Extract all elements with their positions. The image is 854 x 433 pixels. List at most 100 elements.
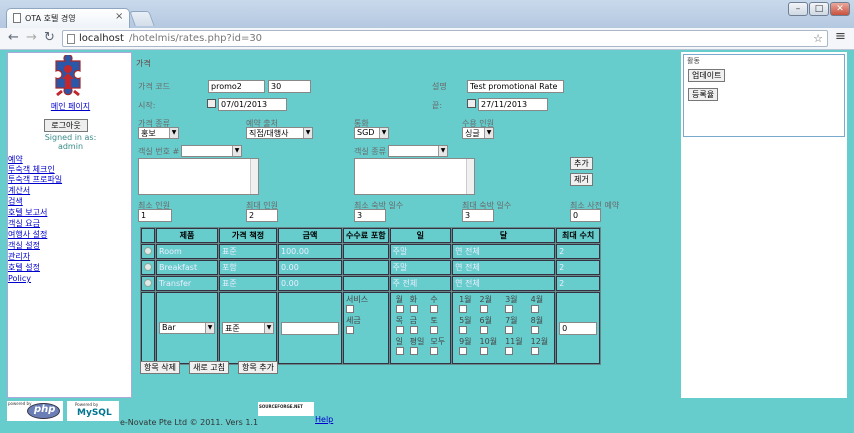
column-header: 최대 수치 <box>556 228 601 243</box>
scrollbar[interactable] <box>250 159 258 194</box>
day-checkbox[interactable] <box>430 305 439 313</box>
room-number-select[interactable]: ▼ <box>181 145 242 157</box>
back-arrow-icon[interactable]: ← <box>8 31 19 45</box>
service-fee-checkbox[interactable] <box>346 305 354 313</box>
occupancy-value: 싱글 <box>465 129 480 138</box>
table-cell <box>343 260 389 275</box>
room-type-list[interactable] <box>354 158 475 195</box>
refresh-button[interactable]: 새로 고침 <box>189 361 229 374</box>
table-cell: 2 <box>556 244 601 259</box>
remove-button[interactable]: 제거 <box>570 173 593 186</box>
month-checkbox[interactable] <box>459 305 468 313</box>
add-button[interactable]: 추가 <box>570 157 593 170</box>
rate-id-input[interactable]: 30 <box>268 80 311 93</box>
calendar-icon[interactable] <box>467 99 476 108</box>
menu-item-guest-profile[interactable]: 투숙객 프로파일 <box>8 174 62 185</box>
day-checkbox[interactable] <box>430 326 439 334</box>
address-bar[interactable]: localhost /hotelmis/rates.php?id=30 ☆ <box>62 30 828 47</box>
table-row[interactable]: Room 표준 100.00 주말 연 전체 2 <box>141 244 601 259</box>
update-button[interactable]: 업데이트 <box>688 69 726 82</box>
month-checkbox[interactable] <box>530 305 539 313</box>
end-date-input[interactable]: 27/11/2013 <box>478 98 548 111</box>
months-cell: 1월 2월 3월 4월 5월 6월 7월 8월 9월 10월 11월 12월 <box>452 292 556 364</box>
menu-item-room-settings[interactable]: 객실 설정 <box>8 240 40 251</box>
month-checkbox[interactable] <box>530 326 539 334</box>
amount-input[interactable] <box>281 321 339 335</box>
max-nights-input[interactable]: 3 <box>462 209 494 222</box>
min-people-input[interactable]: 1 <box>138 209 172 222</box>
browser-tab[interactable]: OTA 호텔 경영 × <box>6 8 130 28</box>
day-checkbox[interactable] <box>409 305 418 313</box>
rate-type-select[interactable]: 홍보 ▼ <box>138 127 179 139</box>
occupancy-select[interactable]: 싱글 ▼ <box>462 127 494 139</box>
day-checkbox[interactable] <box>395 347 404 355</box>
menu-item-bills[interactable]: 계산서 <box>8 185 30 196</box>
month-checkbox[interactable] <box>479 347 488 355</box>
star-icon[interactable]: ☆ <box>813 32 823 45</box>
month-label: 7월 <box>505 316 518 325</box>
table-row[interactable]: Transfer 표준 0.00 주 전체 연 전체 2 <box>141 276 601 291</box>
new-tab-button[interactable] <box>129 11 155 26</box>
rate-code-input[interactable]: promo2 <box>208 80 265 93</box>
month-checkbox[interactable] <box>530 347 539 355</box>
room-type-select[interactable]: ▼ <box>388 145 448 157</box>
start-date-input[interactable]: 07/01/2013 <box>218 98 287 111</box>
row-radio-cell[interactable] <box>141 244 155 259</box>
help-link[interactable]: Help <box>315 415 333 424</box>
day-checkbox[interactable] <box>395 305 404 313</box>
menu-icon[interactable]: ≡ <box>835 29 846 44</box>
tab-close-icon[interactable]: × <box>115 11 123 22</box>
close-window-button[interactable]: ✕ <box>830 2 850 16</box>
logout-button[interactable]: 로그아웃 <box>44 119 88 132</box>
minimize-button[interactable]: – <box>788 2 808 16</box>
min-nights-input[interactable]: 3 <box>354 209 386 222</box>
menu-item-policy[interactable]: Policy <box>8 274 31 283</box>
table-row[interactable]: Breakfast 포함 0.00 주말 연 전체 2 <box>141 260 601 275</box>
booking-source-select[interactable]: 직접/대행사 ▼ <box>246 127 313 139</box>
calendar-icon[interactable] <box>207 99 216 108</box>
row-radio-cell[interactable] <box>141 260 155 275</box>
day-checkbox[interactable] <box>409 326 418 334</box>
row-radio[interactable] <box>144 262 152 271</box>
menu-item-hotel-settings[interactable]: 호텔 설정 <box>8 262 40 273</box>
month-checkbox[interactable] <box>505 326 514 334</box>
min-advance-input[interactable]: 0 <box>570 209 601 222</box>
table-cell: 주말 <box>389 260 452 275</box>
month-checkbox[interactable] <box>459 326 468 334</box>
max-people-input[interactable]: 2 <box>246 209 278 222</box>
day-checkbox[interactable] <box>430 347 439 355</box>
tax-checkbox[interactable] <box>346 326 354 334</box>
menu-item-hotel-report[interactable]: 호텔 보고서 <box>8 207 47 218</box>
menu-item-admin[interactable]: 관리자 <box>8 251 30 262</box>
menu-item-search[interactable]: 검색 <box>8 196 23 207</box>
add-item-button[interactable]: 항목 추가 <box>238 361 278 374</box>
description-input[interactable]: Test promotional Rate <box>467 80 564 93</box>
register-button[interactable]: 등록율 <box>688 88 719 101</box>
delete-item-button[interactable]: 항목 삭제 <box>140 361 180 374</box>
menu-item-room-rates[interactable]: 객실 요금 <box>8 218 40 229</box>
currency-select[interactable]: SGD ▼ <box>354 127 389 139</box>
row-radio[interactable] <box>144 246 152 255</box>
room-number-list[interactable] <box>138 158 259 195</box>
column-header: 금액 <box>278 228 342 243</box>
month-checkbox[interactable] <box>479 305 488 313</box>
reload-icon[interactable]: ↻ <box>44 31 55 45</box>
row-radio-cell[interactable] <box>141 276 155 291</box>
day-checkbox[interactable] <box>409 347 418 355</box>
tax-label: 세금 <box>346 316 361 325</box>
product-select[interactable]: Bar ▼ <box>159 322 215 334</box>
pricing-select[interactable]: 표준 ▼ <box>222 322 274 334</box>
month-checkbox[interactable] <box>505 305 514 313</box>
forward-arrow-icon[interactable]: → <box>26 31 37 45</box>
table-cell: 연 전체 <box>452 244 556 259</box>
month-checkbox[interactable] <box>505 347 514 355</box>
month-checkbox[interactable] <box>459 347 468 355</box>
row-radio[interactable] <box>144 278 152 287</box>
main-page-link[interactable]: 메인 페이지 <box>8 101 133 112</box>
day-checkbox[interactable] <box>395 326 404 334</box>
menu-item-agent-settings[interactable]: 여행사 설정 <box>8 229 47 240</box>
max-count-input[interactable]: 0 <box>559 321 598 335</box>
maximize-button[interactable]: □ <box>809 2 829 16</box>
month-checkbox[interactable] <box>479 326 488 334</box>
scrollbar[interactable] <box>466 159 474 194</box>
